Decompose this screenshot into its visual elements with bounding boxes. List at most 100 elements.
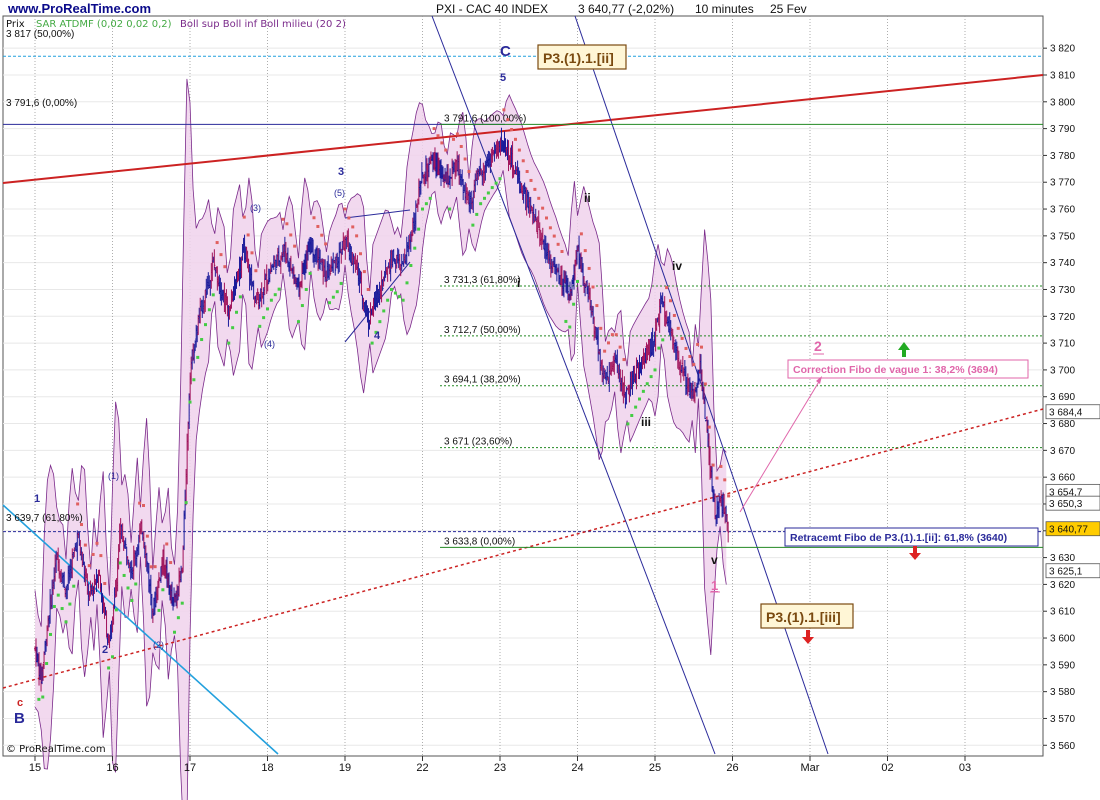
sar-dot-up xyxy=(273,293,277,297)
sar-dot-down xyxy=(622,358,626,362)
sar-dot-down xyxy=(533,187,537,191)
sar-dot-up xyxy=(421,207,424,211)
bollinger-indicator-label: Boll sup Boll inf Boll milieu (20 2) xyxy=(180,19,346,30)
sar-dot-up xyxy=(231,326,235,330)
y-tick-label: 3 790 xyxy=(1050,124,1075,135)
sar-dot-up xyxy=(339,281,343,285)
sar-dot-down xyxy=(362,270,366,274)
y-tick-label: 3 590 xyxy=(1050,660,1075,671)
sar-dot-up xyxy=(638,397,641,401)
sar-dot-down xyxy=(618,345,622,349)
sar-dot-down xyxy=(95,541,99,545)
sar-dot-down xyxy=(669,299,672,303)
x-tick-label: 24 xyxy=(571,762,583,774)
sar-dot-down xyxy=(525,170,529,174)
sar-dot-down xyxy=(316,224,320,228)
y-tick-label: 3 770 xyxy=(1050,178,1075,189)
sar-dot-up xyxy=(378,320,382,324)
sar-dot-up xyxy=(653,368,657,372)
sar-dot-up xyxy=(60,607,64,611)
sar-dot-down xyxy=(87,564,91,568)
y-tick-label: 3 730 xyxy=(1050,285,1075,296)
sar-dot-down xyxy=(347,216,351,220)
sar-dot-down xyxy=(242,215,246,219)
sar-dot-down xyxy=(521,159,525,163)
x-tick-label: 17 xyxy=(184,762,196,774)
sar-dot-up xyxy=(483,196,486,200)
sar-dot-down xyxy=(579,232,583,236)
sar-dot-up xyxy=(173,630,176,634)
sar-dot-up xyxy=(72,584,76,588)
sar-dot-down xyxy=(215,241,219,245)
y-tick-label: 3 690 xyxy=(1050,392,1075,403)
correction-text: Correction Fibo de vague 1: 38,2% (3694) xyxy=(793,364,998,376)
sar-dot-down xyxy=(715,476,719,480)
site-title[interactable]: www.ProRealTime.com xyxy=(7,1,151,16)
sar-dot-up xyxy=(277,287,281,291)
sar-dot-down xyxy=(719,464,723,468)
sar-dot-down xyxy=(676,326,680,330)
wave-label-p1: (1) xyxy=(108,471,119,481)
sar-dot-down xyxy=(665,286,669,290)
wave-label-iii: iii xyxy=(641,415,651,429)
sar-dot-up xyxy=(568,325,572,329)
x-tick-label: 22 xyxy=(416,762,428,774)
sar-dot-up xyxy=(390,287,393,291)
sar-dot-down xyxy=(595,304,599,308)
sar-dot-up xyxy=(45,662,49,665)
wave-label-B: B xyxy=(14,710,25,727)
sar-dot-up xyxy=(111,655,114,659)
x-tick-label: 18 xyxy=(261,762,273,774)
sar-dot-down xyxy=(541,206,545,210)
y-tick-label: 3 760 xyxy=(1050,205,1075,216)
sar-dot-up xyxy=(331,295,335,299)
sar-dot-up xyxy=(335,290,339,294)
sar-dot-down xyxy=(153,565,157,569)
sar-dot-down xyxy=(359,252,362,256)
sar-dot-down xyxy=(537,196,541,200)
sar-dot-up xyxy=(490,186,494,190)
sar-dot-up xyxy=(657,346,661,350)
sar-dot-up xyxy=(37,697,41,701)
sar-dot-down xyxy=(680,336,684,340)
sar-dot-up xyxy=(370,341,374,345)
sar-dot-up xyxy=(498,177,502,181)
sar-dot-up xyxy=(576,279,579,283)
sar-dot-down xyxy=(672,313,676,317)
sar-dot-up xyxy=(471,223,475,227)
wave-label-p3: (3) xyxy=(250,203,261,213)
sar-dot-up xyxy=(475,212,479,216)
sar-dot-up xyxy=(297,320,300,324)
timeframe: 10 minutes xyxy=(695,2,754,16)
y-tick-label: 3 800 xyxy=(1050,97,1075,108)
price-level-label: 3 640,77 xyxy=(1049,525,1088,536)
sar-dot-up xyxy=(114,608,118,612)
sar-dot-up xyxy=(126,586,130,590)
sar-dot-up xyxy=(630,413,634,417)
fib-level-label: 3 731,3 (61,80%) xyxy=(444,275,521,286)
sar-dot-down xyxy=(599,326,603,330)
wave-label-3: 3 xyxy=(338,166,344,178)
x-tick-label: 03 xyxy=(959,762,971,774)
y-tick-label: 3 710 xyxy=(1050,339,1075,350)
y-tick-label: 3 740 xyxy=(1050,258,1075,269)
sar-dot-up xyxy=(393,291,397,295)
fib-level-label: 3 633,8 (0,00%) xyxy=(444,536,515,547)
last-price: 3 640,77 (-2,02%) xyxy=(578,2,674,16)
sar-dot-up xyxy=(52,605,56,609)
sar-dot-down xyxy=(614,333,618,337)
y-tick-label: 3 720 xyxy=(1050,312,1075,323)
y-tick-label: 3 750 xyxy=(1050,231,1075,242)
sar-dot-up xyxy=(157,608,161,612)
fib-level-label: 3 694,1 (38,20%) xyxy=(444,375,521,386)
sar-dot-down xyxy=(366,287,370,291)
copyright: © ProRealTime.com xyxy=(6,744,106,755)
p3-iii-text: P3.(1).1.[iii] xyxy=(766,609,841,625)
x-tick-label: 15 xyxy=(29,762,41,774)
wave-label-p5: (5) xyxy=(334,188,345,198)
sar-dot-up xyxy=(184,501,188,505)
chart-background xyxy=(0,0,1100,800)
wave-label-p4: (4) xyxy=(264,339,275,349)
price-chart: 3 791,6 (100,00%) 3 731,3 (61,80%) 3 712,7… xyxy=(0,0,1100,800)
sar-dot-up xyxy=(304,287,308,291)
